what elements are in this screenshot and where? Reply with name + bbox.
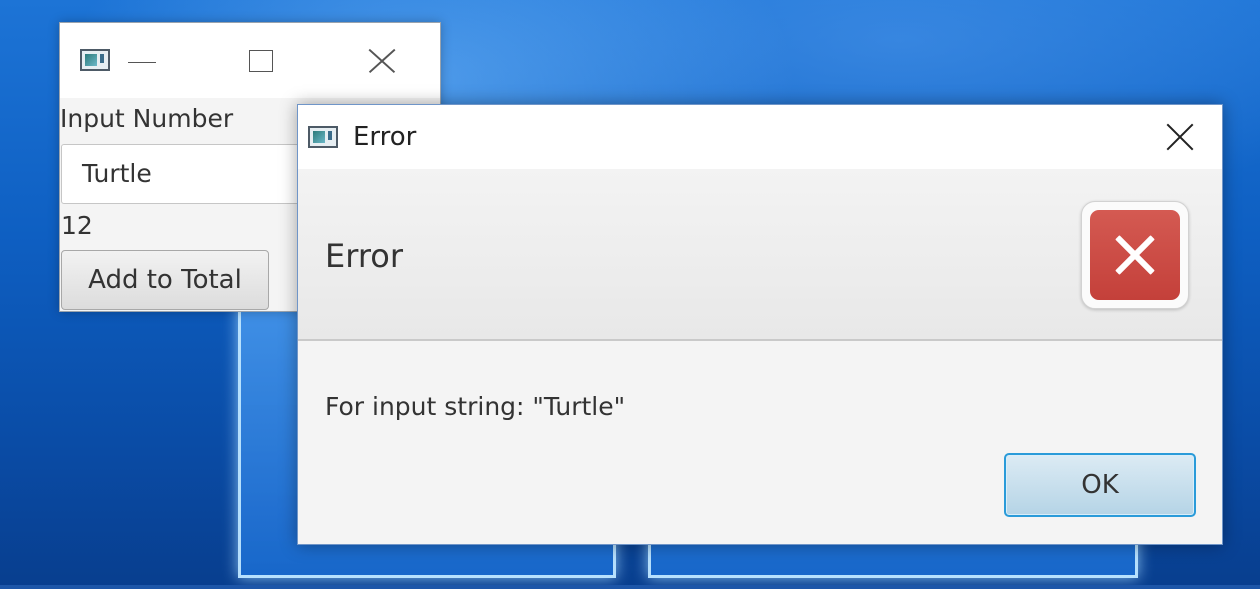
close-icon[interactable] <box>366 47 398 75</box>
close-icon[interactable] <box>1164 121 1196 153</box>
minimize-icon[interactable] <box>128 62 156 63</box>
ok-button[interactable]: OK <box>1004 453 1196 517</box>
app-icon[interactable] <box>80 49 110 71</box>
total-value: 12 <box>61 211 93 240</box>
error-dialog-header: Error <box>298 169 1222 341</box>
add-to-total-button[interactable]: Add to Total <box>61 250 269 310</box>
main-window-titlebar[interactable] <box>60 23 440 98</box>
error-header-text: Error <box>325 237 403 275</box>
error-dialog: Error Error For input string: "Turtle" O… <box>297 104 1223 545</box>
error-x-icon <box>1090 210 1180 300</box>
app-icon[interactable] <box>308 126 338 148</box>
error-message: For input string: "Turtle" <box>325 392 626 421</box>
error-dialog-title: Error <box>353 122 417 152</box>
error-icon-frame <box>1081 201 1189 309</box>
error-dialog-titlebar[interactable]: Error <box>298 105 1222 169</box>
input-number-label: Input Number <box>60 104 234 133</box>
desktop-bottom-edge <box>0 585 1260 589</box>
maximize-icon[interactable] <box>249 50 273 72</box>
